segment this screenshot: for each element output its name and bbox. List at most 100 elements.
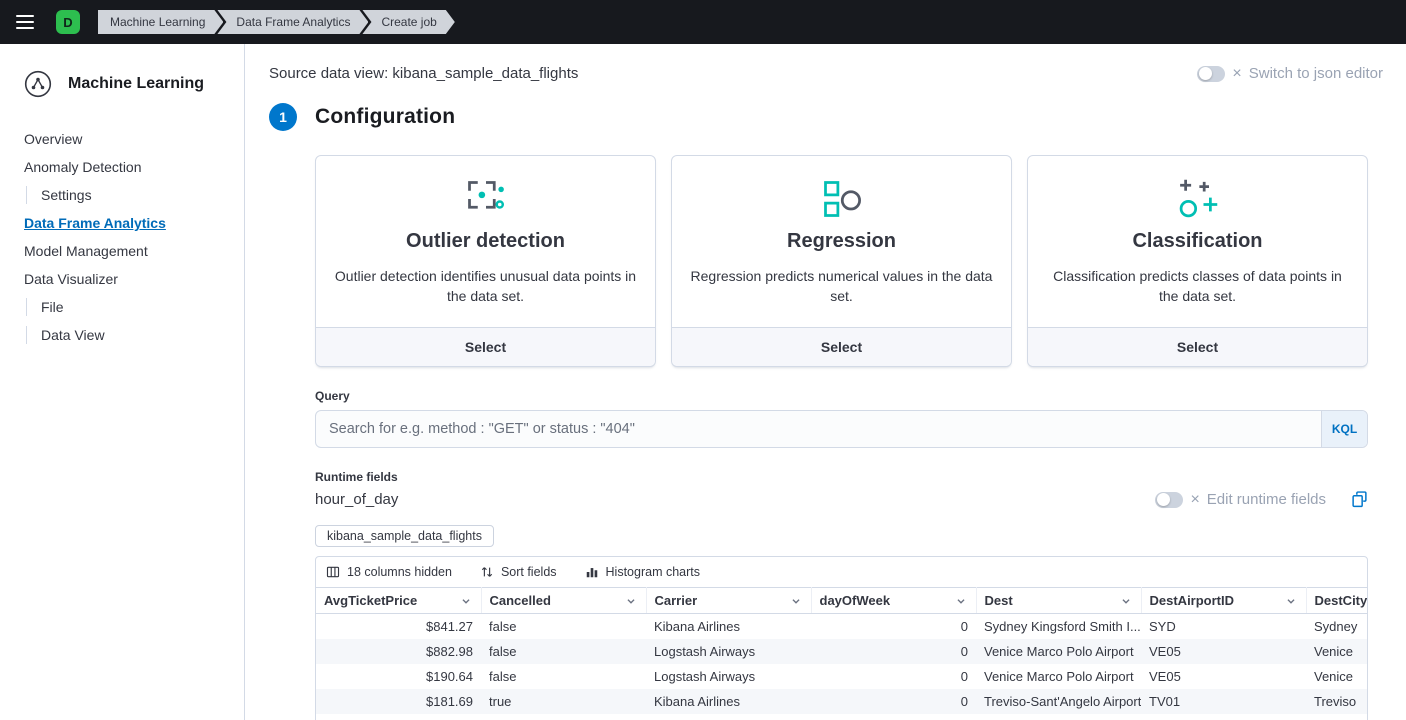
sidebar-item-file[interactable]: File xyxy=(26,298,228,316)
cell[interactable]: 0 xyxy=(811,639,976,664)
cell[interactable]: Venice Marco Polo Airport xyxy=(976,639,1141,664)
cell[interactable]: Kibana Airlines xyxy=(646,714,811,720)
sort-fields-button[interactable]: Sort fields xyxy=(480,565,557,579)
cell[interactable]: VE05 xyxy=(1141,664,1306,689)
cell[interactable]: $181.69 xyxy=(316,689,481,714)
column-header-destairportid[interactable]: DestAirportID xyxy=(1141,588,1306,614)
cell[interactable]: Venice Marco Polo Airport xyxy=(976,664,1141,689)
query-bar: KQL xyxy=(315,410,1368,448)
column-header-avgticketprice[interactable]: AvgTicketPrice xyxy=(316,588,481,614)
outlier-detection-select-button[interactable]: Select xyxy=(316,327,655,366)
cell[interactable]: Logstash Airways xyxy=(646,639,811,664)
data-grid-toolbar: 18 columns hidden Sort fields Histogram … xyxy=(316,557,1367,587)
cell[interactable]: 0 xyxy=(811,614,976,640)
breadcrumb-machine-learning[interactable]: Machine Learning xyxy=(98,10,223,34)
breadcrumb: Machine Learning Data Frame Analytics Cr… xyxy=(98,10,455,34)
cell[interactable]: false xyxy=(481,714,646,720)
chevron-down-icon[interactable] xyxy=(624,594,638,608)
regression-select-button[interactable]: Select xyxy=(672,327,1011,366)
sidebar-item-settings[interactable]: Settings xyxy=(26,186,228,204)
chevron-down-icon[interactable] xyxy=(789,594,803,608)
classification-card[interactable]: Classification Classification predicts c… xyxy=(1027,155,1368,367)
sidebar-title: Machine Learning xyxy=(68,75,204,93)
table-row: $181.69 true Kibana Airlines 0 Treviso-S… xyxy=(316,689,1368,714)
chevron-down-icon[interactable] xyxy=(1284,594,1298,608)
column-header-destcityname[interactable]: DestCityName xyxy=(1306,588,1368,614)
runtime-field-name: hour_of_day xyxy=(315,491,398,508)
cell[interactable]: Xi'an Xianyang Internatio... xyxy=(976,714,1141,720)
column-label: DestAirportID xyxy=(1150,593,1235,608)
query-input[interactable] xyxy=(316,411,1321,447)
json-editor-toggle[interactable] xyxy=(1197,66,1225,82)
cell[interactable]: 0 xyxy=(811,689,976,714)
sidebar-item-data-view[interactable]: Data View xyxy=(26,326,228,344)
clipboard-icon[interactable] xyxy=(1351,491,1368,508)
column-header-cancelled[interactable]: Cancelled xyxy=(481,588,646,614)
column-label: dayOfWeek xyxy=(820,593,891,608)
cell[interactable]: $841.27 xyxy=(316,614,481,640)
chevron-down-icon[interactable] xyxy=(954,594,968,608)
data-grid: 18 columns hidden Sort fields Histogram … xyxy=(315,556,1368,720)
breadcrumb-data-frame-analytics[interactable]: Data Frame Analytics xyxy=(217,10,368,34)
sort-fields-label: Sort fields xyxy=(501,565,557,579)
classification-select-button[interactable]: Select xyxy=(1028,327,1367,366)
card-title: Outlier detection xyxy=(332,230,639,253)
cell[interactable]: TV01 xyxy=(1141,689,1306,714)
column-header-dest[interactable]: Dest xyxy=(976,588,1141,614)
sidebar-item-overview[interactable]: Overview xyxy=(24,130,228,148)
breadcrumb-create-job[interactable]: Create job xyxy=(362,10,454,34)
space-avatar[interactable]: D xyxy=(56,10,80,34)
edit-runtime-fields-label: Edit runtime fields xyxy=(1207,491,1326,508)
cell[interactable]: 0 xyxy=(811,664,976,689)
cell[interactable]: Sydney Kingsford Smith I... xyxy=(976,614,1141,640)
regression-card[interactable]: Regression Regression predicts numerical… xyxy=(671,155,1012,367)
histogram-charts-button[interactable]: Histogram charts xyxy=(585,565,700,579)
cell[interactable]: false xyxy=(481,664,646,689)
column-label: AvgTicketPrice xyxy=(324,593,417,608)
column-header-dayofweek[interactable]: dayOfWeek xyxy=(811,588,976,614)
chevron-down-icon[interactable] xyxy=(459,594,473,608)
sidebar-nav: Overview Anomaly Detection Settings Data… xyxy=(24,130,228,344)
histogram-icon xyxy=(585,565,599,579)
cell[interactable]: VE05 xyxy=(1141,639,1306,664)
cell[interactable]: false xyxy=(481,639,646,664)
cell[interactable]: Venice xyxy=(1306,664,1368,689)
cell[interactable]: XIY xyxy=(1141,714,1306,720)
cell[interactable]: Sydney xyxy=(1306,614,1368,640)
cell[interactable]: $882.98 xyxy=(316,639,481,664)
card-description: Classification predicts classes of data … xyxy=(1044,266,1351,307)
outlier-detection-card[interactable]: Outlier detection Outlier detection iden… xyxy=(315,155,656,367)
cell[interactable]: Logstash Airways xyxy=(646,664,811,689)
cell[interactable]: Xi'an xyxy=(1306,714,1368,720)
column-label: Cancelled xyxy=(490,593,551,608)
card-description: Outlier detection identifies unusual dat… xyxy=(332,266,639,307)
cell[interactable]: Kibana Airlines xyxy=(646,689,811,714)
cell[interactable]: Treviso-Sant'Angelo Airport xyxy=(976,689,1141,714)
outlier-detection-icon xyxy=(464,177,508,221)
cell[interactable]: false xyxy=(481,614,646,640)
cell[interactable]: SYD xyxy=(1141,614,1306,640)
columns-hidden-button[interactable]: 18 columns hidden xyxy=(326,565,452,579)
card-title: Regression xyxy=(688,230,995,253)
cell[interactable]: Venice xyxy=(1306,639,1368,664)
edit-runtime-fields-toggle[interactable] xyxy=(1155,492,1183,508)
cell[interactable]: Kibana Airlines xyxy=(646,614,811,640)
cell[interactable]: Treviso xyxy=(1306,689,1368,714)
column-header-carrier[interactable]: Carrier xyxy=(646,588,811,614)
query-label: Query xyxy=(315,389,1368,403)
cell[interactable]: 0 xyxy=(811,714,976,720)
sidebar-item-data-frame-analytics[interactable]: Data Frame Analytics xyxy=(24,214,228,232)
menu-icon[interactable] xyxy=(14,7,36,37)
cell[interactable]: $730.04 xyxy=(316,714,481,720)
cell[interactable]: $190.64 xyxy=(316,664,481,689)
sidebar-header: Machine Learning xyxy=(24,70,228,98)
cell[interactable]: true xyxy=(481,689,646,714)
table-row: $190.64 false Logstash Airways 0 Venice … xyxy=(316,664,1368,689)
index-badge: kibana_sample_data_flights xyxy=(315,525,494,547)
sidebar-item-model-management[interactable]: Model Management xyxy=(24,242,228,260)
sidebar-item-data-visualizer[interactable]: Data Visualizer xyxy=(24,270,228,288)
chevron-down-icon[interactable] xyxy=(1119,594,1133,608)
sidebar-item-anomaly-detection[interactable]: Anomaly Detection xyxy=(24,158,228,176)
column-label: Carrier xyxy=(655,593,698,608)
kql-button[interactable]: KQL xyxy=(1321,411,1367,447)
